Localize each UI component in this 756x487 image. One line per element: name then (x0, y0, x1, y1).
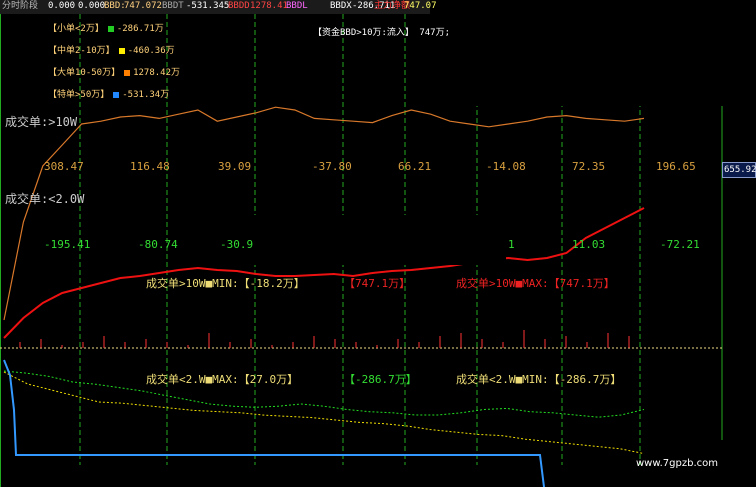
legend-small-label: 【小单<2万】 (48, 24, 104, 34)
legend-large-swatch (124, 69, 131, 76)
row2-value-0: -195.41 (44, 238, 91, 251)
legend-medium-value: -460.36万 (127, 46, 175, 56)
legend-special-value: -531.34万 (122, 90, 170, 100)
occlusion-box (248, 215, 506, 265)
row1-value-7: 196.65 (656, 160, 696, 173)
legend-large-value: 1278.42万 (133, 68, 181, 78)
legend-large-label: 【大单10-50万】 (48, 68, 121, 78)
watermark: www.7gpzb.com (636, 458, 718, 469)
right-axis-value: 655.925 (724, 165, 756, 175)
stat-small-min: 成交单<2.W■MIN:【-286.7万】 (456, 373, 622, 386)
legend-special: 【特单>50万】 -531.34万 (48, 87, 169, 100)
legend-special-label: 【特单>50万】 (48, 90, 110, 100)
stat-small-max: 成交单<2.W■MAX:【27.0万】 (146, 373, 299, 386)
row1-value-6: 72.35 (572, 160, 606, 173)
row2-value-4: 11.03 (572, 238, 606, 251)
occlusion-top-right (430, 14, 756, 106)
big-order-label: 成交单:>10W (5, 115, 78, 129)
stat-big-max: 成交单>10W■MAX:【747.1万】 (456, 277, 615, 290)
stat-big-min: 成交单>10W■MIN:【-18.2万】 (146, 277, 305, 290)
row2-value-1: -80.74 (138, 238, 178, 251)
legend-small-value: -286.71万 (116, 24, 164, 34)
row2-value-2: -30.9 (220, 238, 254, 251)
row1-value-1: 116.48 (130, 160, 170, 173)
row1-value-2: 39.09 (218, 160, 252, 173)
legend-large: 【大单10-50万】 1278.42万 (48, 65, 180, 78)
legend-small: 【小单<2万】 -286.71万 (48, 21, 164, 34)
legend-medium-swatch (118, 47, 125, 54)
row2-value-5: -72.21 (660, 238, 700, 251)
row1-value-0: 308.47 (44, 160, 84, 173)
right-axis-box: 655.925 (722, 162, 756, 178)
row1-value-3: -37.80 (312, 160, 352, 173)
legend-small-swatch (107, 25, 114, 32)
legend-medium: 【中单2-10万】 -460.36万 (48, 43, 175, 56)
chart-stage: 分时阶段 0.000 0.000 BBD: 747.072 BBDT -531.… (0, 0, 756, 487)
small-order-label: 成交单:<2.0W (5, 192, 85, 206)
stat-big-mid: 【747.1万】 (344, 277, 411, 290)
fund-note: 【资金BBD>10万:流入】 747万; (313, 28, 451, 38)
stat-small-mid: 【-286.7万】 (344, 373, 417, 386)
legend-special-swatch (113, 91, 120, 98)
legend-medium-label: 【中单2-10万】 (48, 46, 115, 56)
row2-value-3: 1 (508, 238, 515, 251)
row1-value-4: 66.21 (398, 160, 432, 173)
row1-value-5: -14.08 (486, 160, 526, 173)
